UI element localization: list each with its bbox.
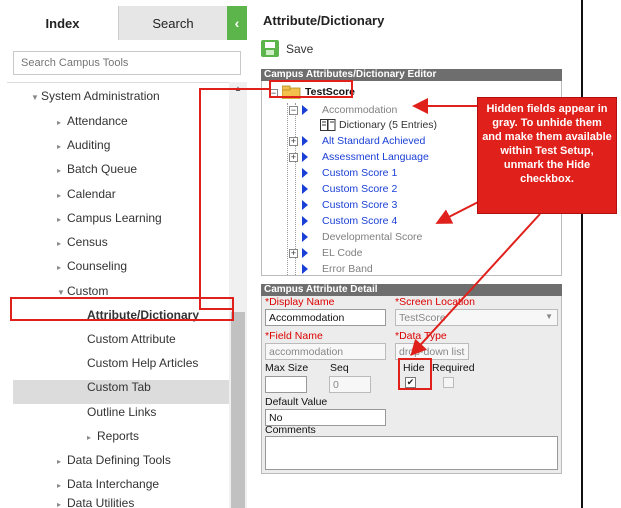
annotation-callout: Hidden fields appear in gray. To unhide … <box>477 97 617 214</box>
arrow-to-hide-checkbox <box>410 213 541 356</box>
connector-line <box>199 88 269 310</box>
annotation-arrows <box>199 88 541 356</box>
screenshot-root: Index Search ‹ ▼System Administration ▸A… <box>0 0 621 508</box>
